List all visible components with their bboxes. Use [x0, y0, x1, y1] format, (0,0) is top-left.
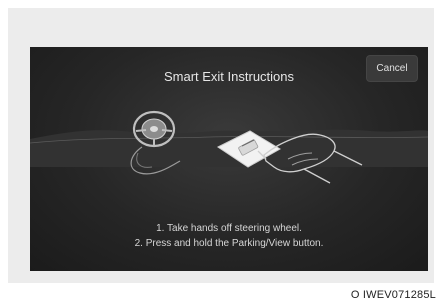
cancel-button[interactable]: Cancel — [366, 55, 418, 82]
figure-code: O IWEV071285L — [350, 289, 436, 301]
instruction-step-1: 1. Take hands off steering wheel. — [156, 223, 302, 234]
smart-exit-dialog: Smart Exit Instructions Cancel 1. Take h… — [30, 47, 428, 271]
instruction-step-2: 2. Press and hold the Parking/View butto… — [134, 238, 324, 249]
instructions-text: 1. Take hands off steering wheel. 2. Pre… — [30, 221, 428, 251]
